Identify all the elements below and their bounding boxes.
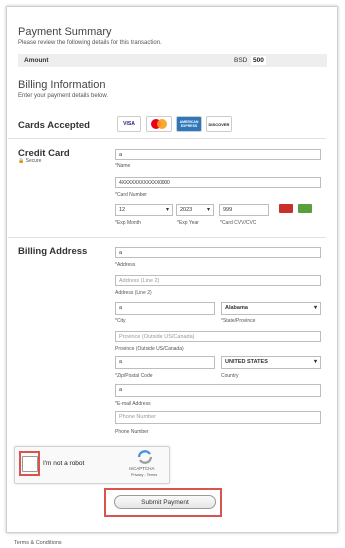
divider [8,237,326,238]
exp-year-select[interactable]: 2023 ▾ [176,204,214,216]
recaptcha-logo-icon [135,450,155,464]
address-caption: *Address [115,262,136,268]
amount-label: Amount [24,57,49,64]
payment-summary-title: Payment Summary [18,26,112,38]
cvv-card-back-icon [279,204,293,213]
mastercard-card-icon [146,116,172,132]
recaptcha-label: I'm not a robot [43,460,85,467]
city-caption: *City [115,318,126,324]
name-caption: *Name [115,163,131,169]
exp-year-caption: *Exp Year [177,220,199,226]
cvv-caption: *Card CVV/CVC [220,220,257,226]
billing-address-title: Billing Address [18,246,88,257]
terms-link[interactable]: Terms & Conditions [14,540,62,546]
card-number-input[interactable]: 4XXXXXXXXXXXX0000 [115,177,321,188]
state-select[interactable]: Alabama ▾ [221,302,321,315]
chevron-down-icon: ▾ [313,305,317,311]
recaptcha-links[interactable]: Privacy - Terms [131,473,157,477]
amount-currency: BSD [234,57,248,64]
amount-row: Amount BSD 500 [18,54,327,67]
email-input[interactable]: a [115,384,321,397]
phone-input[interactable]: Phone Number [115,411,321,424]
country-select[interactable]: UNITED STATES ▾ [221,356,321,369]
chevron-down-icon: ▾ [313,359,317,365]
amex-card-icon: AMERICAN EXPRESS [176,116,202,132]
country-caption: Country [221,373,239,379]
zip-caption: *Zip/Postal Code [115,373,153,379]
phone-caption: Phone Number [115,429,149,435]
cvv-input[interactable]: 999 [219,204,269,216]
state-caption: *State/Province [221,318,256,324]
billing-info-title: Billing Information [18,79,106,91]
email-caption: *E-mail Address [115,401,151,407]
province-input[interactable]: Province (Outside US/Canada) [115,331,321,342]
exp-month-caption: *Exp Month [115,220,141,226]
cards-accepted-title: Cards Accepted [18,120,90,131]
discover-card-icon: DISCOVER [206,116,232,132]
zip-input[interactable]: a [115,356,215,369]
payment-summary-subtitle: Please review the following details for … [18,40,162,46]
city-input[interactable]: a [115,302,215,315]
cvv-card-front-icon [298,204,312,213]
card-number-caption: *Card Number [115,192,147,198]
billing-info-subtitle: Enter your payment details below. [18,93,109,99]
chevron-down-icon: ▾ [165,207,169,213]
recaptcha-brand: reCAPTCHA [129,466,155,471]
secure-indicator: 🔒 Secure [18,158,42,164]
address-line2-caption: Address (Line 2) [115,290,152,296]
address-line2-input[interactable]: Address (Line 2) [115,275,321,286]
cardholder-name-input[interactable]: a [115,149,321,160]
chevron-down-icon: ▾ [206,207,210,213]
address-input[interactable]: a [115,247,321,258]
visa-card-icon: VISA [117,116,141,132]
amount-value: 500 [251,56,266,65]
divider [8,138,326,139]
submit-payment-button[interactable]: Submit Payment [114,495,216,509]
captcha-highlight-box [19,451,40,476]
province-caption: Province (Outside US/Canada) [115,346,184,352]
exp-month-select[interactable]: 12 ▾ [115,204,173,216]
lock-icon: 🔒 [18,158,25,164]
